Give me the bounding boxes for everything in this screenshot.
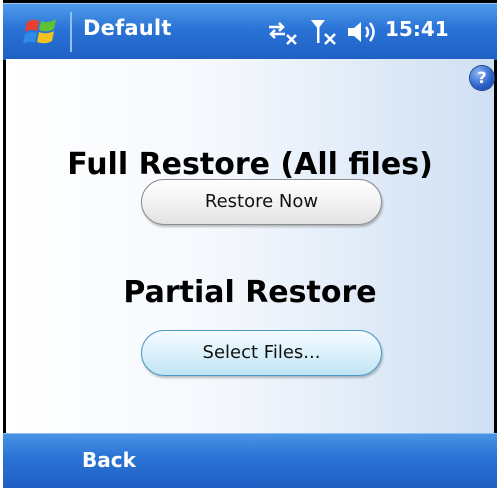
clock-time[interactable]: 15:41 (385, 17, 449, 41)
help-icon[interactable]: ? (470, 66, 494, 90)
title-bar: Default 15:41 (3, 3, 497, 60)
back-softkey[interactable]: Back (82, 448, 136, 472)
command-bar: Back (3, 433, 497, 488)
device-frame: Default 15:41 ? Full Restore (All files)… (3, 0, 497, 488)
connectivity-off-icon[interactable] (265, 19, 299, 45)
windows-start-flag-icon[interactable] (23, 14, 59, 50)
signal-off-icon[interactable] (308, 17, 338, 47)
title-separator (70, 12, 72, 52)
partial-restore-heading: Partial Restore (123, 275, 377, 310)
window-title: Default (83, 16, 172, 40)
full-restore-heading: Full Restore (All files) (67, 147, 433, 182)
volume-icon[interactable] (346, 19, 378, 45)
select-files-button[interactable]: Select Files... (141, 330, 382, 376)
restore-now-button[interactable]: Restore Now (141, 179, 382, 225)
content-area: ? Full Restore (All files) Restore Now P… (6, 59, 494, 433)
